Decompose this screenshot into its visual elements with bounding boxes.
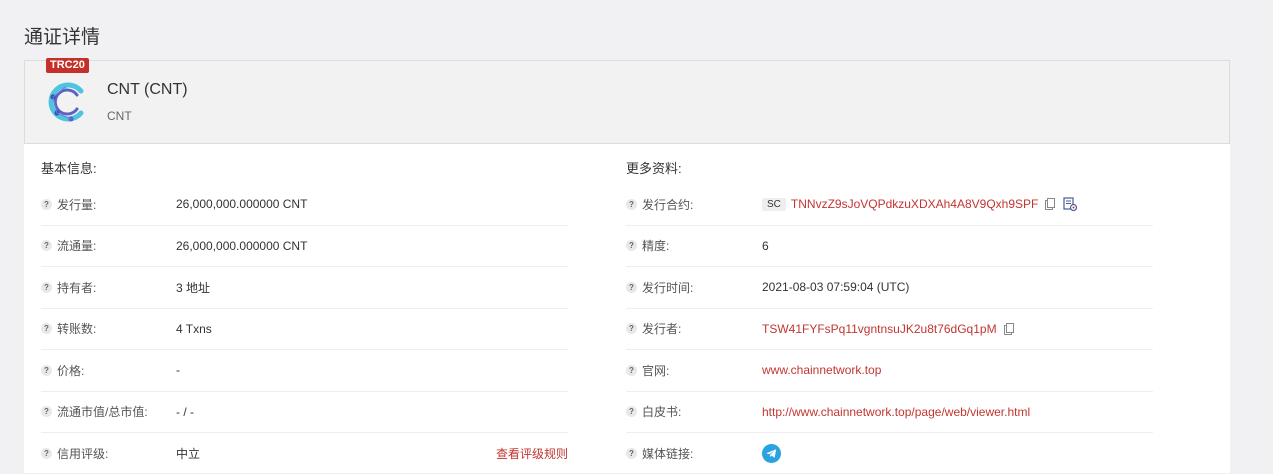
question-icon[interactable]: ?	[41, 281, 52, 293]
token-name: CNT (CNT)	[107, 81, 188, 98]
label-website: 官网:	[642, 363, 670, 378]
row-whitepaper: ? 白皮书: http://www.chainnetwork.top/page/w…	[626, 392, 1153, 433]
question-icon[interactable]: ?	[626, 364, 637, 376]
value-price: -	[176, 363, 180, 378]
label-whitepaper: 白皮书:	[642, 405, 682, 420]
website-link[interactable]: www.chainnetwork.top	[762, 363, 881, 377]
question-icon[interactable]: ?	[626, 240, 637, 252]
row-credit-rating: ? 信用评级: 中立 查看评级规则	[41, 433, 568, 474]
token-symbol: CNT	[107, 109, 132, 123]
basic-info-list: ? 发行量: 26,000,000.000000 CNT ? 流通量: 26,000…	[41, 184, 568, 474]
copy-icon[interactable]	[1045, 198, 1056, 211]
label-credit-rating: 信用评级:	[57, 446, 109, 461]
label-contract: 发行合约:	[642, 197, 694, 212]
sc-tag: SC	[762, 197, 786, 211]
label-decimals: 精度:	[642, 239, 670, 254]
question-icon[interactable]: ?	[626, 281, 637, 293]
whitepaper-link[interactable]: http://www.chainnetwork.top/page/web/vie…	[762, 405, 1030, 419]
value-total-supply: 26,000,000.000000 CNT	[176, 197, 308, 212]
row-decimals: ? 精度: 6	[626, 226, 1153, 267]
value-credit-rating: 中立	[176, 446, 201, 461]
row-contract: ? 发行合约: SC TNNvzZ9sJoVQPdkzuXDXAh4A8V9Qxh…	[626, 184, 1153, 226]
contract-verify-icon[interactable]	[1063, 197, 1078, 212]
row-holders: ? 持有者: 3 地址	[41, 267, 568, 309]
question-icon[interactable]: ?	[41, 447, 52, 459]
token-header: TRC20 CNT (CNT) CNT	[24, 58, 1230, 144]
standard-badge: TRC20	[46, 58, 89, 73]
question-icon[interactable]: ?	[41, 323, 52, 335]
value-holders: 3 地址	[176, 280, 211, 295]
more-info-list: ? 发行合约: SC TNNvzZ9sJoVQPdkzuXDXAh4A8V9Qxh…	[626, 184, 1153, 474]
question-icon[interactable]: ?	[626, 198, 637, 210]
row-market-cap: ? 流通市值/总市值: - / -	[41, 392, 568, 433]
label-circulating-supply: 流通量:	[57, 239, 97, 254]
label-market-cap: 流通市值/总市值:	[57, 405, 148, 420]
basic-info-title: 基本信息:	[41, 161, 97, 176]
label-price: 价格:	[57, 363, 85, 378]
row-transfers: ? 转账数: 4 Txns	[41, 309, 568, 350]
question-icon[interactable]: ?	[41, 198, 52, 210]
label-transfers: 转账数:	[57, 322, 97, 337]
value-decimals: 6	[762, 238, 769, 253]
question-icon[interactable]: ?	[41, 364, 52, 376]
row-issuer: ? 发行者: TSW41FYFsPq11vgntnsuJK2u8t76dGq1pM	[626, 309, 1153, 350]
question-icon[interactable]: ?	[626, 406, 637, 418]
contract-address-link[interactable]: TNNvzZ9sJoVQPdkzuXDXAh4A8V9Qxh9SPF	[791, 197, 1038, 211]
row-issue-time: ? 发行时间: 2021-08-03 07:59:04 (UTC)	[626, 267, 1153, 309]
label-total-supply: 发行量:	[57, 197, 97, 212]
row-media-links: ? 媒体链接:	[626, 433, 1153, 474]
view-rating-rules-link[interactable]: 查看评级规则	[496, 445, 568, 462]
row-total-supply: ? 发行量: 26,000,000.000000 CNT	[41, 184, 568, 226]
page-title: 通证详情	[24, 27, 101, 48]
label-issue-time: 发行时间:	[642, 280, 694, 295]
value-transfers: 4 Txns	[176, 321, 212, 336]
label-holders: 持有者:	[57, 280, 97, 295]
question-icon[interactable]: ?	[626, 447, 637, 459]
row-circulating-supply: ? 流通量: 26,000,000.000000 CNT	[41, 226, 568, 267]
issuer-address-link[interactable]: TSW41FYFsPq11vgntnsuJK2u8t76dGq1pM	[762, 322, 997, 336]
value-issue-time: 2021-08-03 07:59:04 (UTC)	[762, 280, 910, 295]
question-icon[interactable]: ?	[626, 323, 637, 335]
row-price: ? 价格: -	[41, 350, 568, 392]
token-logo-icon	[48, 82, 84, 122]
label-issuer: 发行者:	[642, 322, 682, 337]
value-circulating-supply: 26,000,000.000000 CNT	[176, 238, 308, 253]
token-detail-card: TRC20 CNT (CNT) CNT 基本信息: 更多资料: ? 发行量: 26…	[24, 58, 1230, 474]
value-market-cap: - / -	[176, 404, 194, 419]
copy-icon[interactable]	[1003, 322, 1014, 335]
row-website: ? 官网: www.chainnetwork.top	[626, 350, 1153, 392]
telegram-icon[interactable]	[762, 443, 781, 463]
question-icon[interactable]: ?	[41, 406, 52, 418]
more-info-title: 更多资料:	[626, 161, 682, 176]
label-media-links: 媒体链接:	[642, 446, 694, 461]
question-icon[interactable]: ?	[41, 240, 52, 252]
